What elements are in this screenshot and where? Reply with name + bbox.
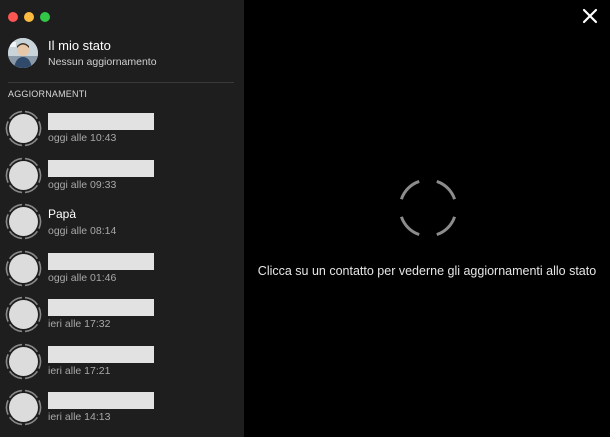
my-status-title: Il mio stato <box>48 37 111 53</box>
close-icon[interactable] <box>581 7 599 25</box>
update-time: ieri alle 17:32 <box>48 318 111 330</box>
update-time: oggi alle 09:33 <box>48 178 117 191</box>
contact-name: Papà <box>48 207 77 221</box>
my-status-subtitle: Nessun aggiornamento <box>48 55 157 68</box>
status-update-item[interactable]: Papà oggi alle 08:14 <box>0 198 244 245</box>
update-time: oggi alle 10:43 <box>48 132 117 144</box>
update-time: ieri alle 17:21 <box>48 364 111 377</box>
redacted-contact-name <box>48 345 154 363</box>
redacted-contact-name <box>48 113 154 130</box>
status-update-item[interactable]: oggi alle 09:33 <box>0 152 244 199</box>
status-sidebar: Il mio stato Nessun aggiornamento AGGIOR… <box>0 0 244 437</box>
status-update-item[interactable]: oggi alle 10:43 <box>0 105 244 152</box>
contact-avatar-ring-icon <box>5 110 42 147</box>
contact-avatar-ring-icon <box>5 250 42 286</box>
redacted-contact-name <box>48 392 154 409</box>
contact-avatar-ring-icon <box>5 157 42 193</box>
sidebar-divider <box>8 82 234 83</box>
avatar <box>8 38 38 68</box>
redacted-contact-name <box>48 299 154 316</box>
window-minimize-button[interactable] <box>24 12 34 22</box>
status-update-item[interactable]: ieri alle 14:13 <box>0 384 244 431</box>
window-controls <box>8 12 50 22</box>
window-maximize-button[interactable] <box>40 12 50 22</box>
contact-avatar-ring-icon <box>5 343 42 379</box>
avatar-photo-icon <box>8 38 38 68</box>
contact-avatar-ring-icon <box>5 203 42 240</box>
redacted-contact-name <box>48 252 154 270</box>
window-close-button[interactable] <box>8 12 18 22</box>
contact-avatar-ring-icon <box>5 389 42 426</box>
empty-state-text: Clicca su un contatto per vederne gli ag… <box>257 264 597 278</box>
status-ring-icon <box>399 179 457 237</box>
contact-avatar-ring-icon <box>5 296 42 333</box>
redacted-contact-name <box>48 159 154 177</box>
updates-section-title: AGGIORNAMENTI <box>8 89 88 99</box>
my-status-row[interactable]: Il mio stato Nessun aggiornamento <box>8 36 234 70</box>
main-panel: Clicca su un contatto per vederne gli ag… <box>244 0 610 437</box>
update-time: ieri alle 14:13 <box>48 411 111 423</box>
status-update-item[interactable]: ieri alle 17:21 <box>0 338 244 385</box>
status-update-item[interactable]: oggi alle 01:46 <box>0 245 244 292</box>
update-time: oggi alle 08:14 <box>48 225 117 237</box>
update-time: oggi alle 01:46 <box>48 271 117 284</box>
status-window: Il mio stato Nessun aggiornamento AGGIOR… <box>0 0 610 437</box>
status-update-item[interactable]: ieri alle 17:32 <box>0 291 244 338</box>
updates-list: oggi alle 10:43 oggi alle 09:33 Papà oggi a… <box>0 105 244 431</box>
